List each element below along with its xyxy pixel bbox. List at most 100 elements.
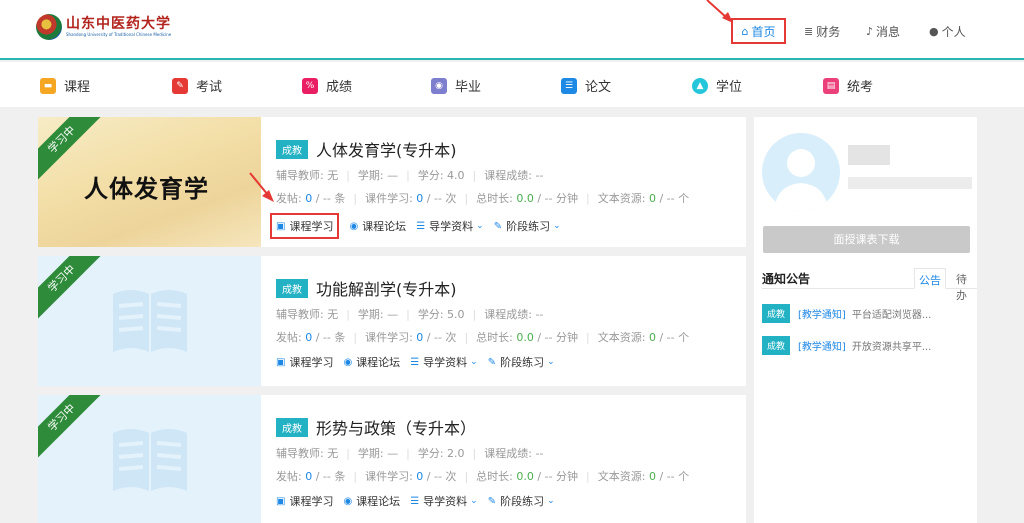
play-icon: ▣	[276, 356, 286, 368]
study-total: / -- 次	[426, 331, 457, 344]
top-header: 山东中医药大学 Shandong University of Tradition…	[0, 0, 1024, 60]
resource-count: 0	[648, 330, 656, 344]
notice-title: 通知公告	[762, 272, 811, 286]
notice-text: 平台适配浏览器...	[851, 310, 932, 321]
course-thumbnail[interactable]: 学习中	[38, 395, 261, 523]
avatar[interactable]	[762, 133, 840, 211]
university-logo[interactable]: 山东中医药大学 Shandong University of Tradition…	[36, 14, 171, 40]
tutor-text: 辅导教师: 无	[276, 169, 339, 182]
duration-value: 0.0	[516, 469, 534, 483]
resource-count: 0	[648, 191, 656, 205]
grade-text: 课程成绩: --	[484, 308, 544, 321]
course-icon: ▬	[40, 77, 56, 94]
course-study-button[interactable]: ▣ 课程学习	[276, 354, 333, 370]
notice-item[interactable]: 成教 [教学通知] 平台适配浏览器...	[762, 304, 931, 323]
blurred-username	[848, 145, 890, 165]
credit-text: 学分: 5.0	[417, 308, 465, 321]
practice-dropdown[interactable]: ✎ 阶段练习 ⌄	[488, 354, 555, 370]
duration-total: / -- 分钟	[537, 470, 579, 483]
study-label: 课件学习:	[365, 331, 413, 344]
module-paper-label: 论文	[585, 80, 612, 95]
notice-category: [教学通知]	[798, 310, 846, 321]
course-title[interactable]: 人体发育学(专升本)	[316, 137, 457, 161]
tab-todo[interactable]: 待办	[952, 268, 977, 302]
course-title[interactable]: 形势与政策（专升本）	[316, 415, 476, 439]
module-graduation[interactable]: ◉ 毕业	[431, 76, 481, 95]
bell-icon: ♪	[866, 24, 874, 38]
chevron-down-icon: ⌄	[470, 496, 478, 506]
list-icon: ☰	[410, 495, 420, 507]
course-meta-row: 辅导教师: 无 | 学期: — | 学分: 5.0 | 课程成绩: --	[276, 307, 544, 322]
course-actions: ▣ 课程学习 ◉ 课程论坛 ☰ 导学资料 ⌄ ✎ 阶段练习 ⌄	[276, 354, 565, 370]
nav-home[interactable]: ⌂ 首页	[731, 18, 786, 44]
list-icon: ☰	[410, 356, 420, 368]
module-score-label: 成绩	[326, 80, 353, 95]
module-course[interactable]: ▬ 课程	[40, 76, 90, 95]
logo-chinese-name: 山东中医药大学	[66, 16, 171, 32]
course-study-label: 课程学习	[289, 356, 334, 369]
posts-total: / -- 条	[315, 470, 346, 483]
module-degree[interactable]: ▲ 学位	[692, 76, 742, 95]
nav-finance[interactable]: ≣ 财务	[804, 18, 840, 44]
resource-total: / -- 个	[659, 192, 690, 205]
guide-materials-label: 导学资料	[429, 220, 474, 233]
chevron-down-icon: ⌄	[553, 221, 561, 231]
edit-icon: ✎	[487, 495, 497, 507]
schedule-download-button[interactable]: 面授课表下载	[763, 226, 970, 253]
study-label: 课件学习:	[365, 192, 413, 205]
practice-dropdown[interactable]: ✎ 阶段练习 ⌄	[494, 218, 561, 234]
edit-icon: ✎	[487, 356, 497, 368]
study-count: 0	[416, 330, 424, 344]
list-icon: ☰	[416, 220, 426, 232]
logo-english-name: Shandong University of Traditional Chine…	[66, 32, 172, 37]
module-score[interactable]: % 成绩	[302, 76, 352, 95]
play-icon: ▣	[276, 495, 286, 507]
user-avatar-icon	[774, 149, 828, 211]
tab-announcements[interactable]: 公告	[914, 268, 946, 289]
nav-messages[interactable]: ♪ 消息	[866, 18, 900, 44]
thumbnail-title: 人体发育学	[84, 175, 209, 203]
credit-text: 学分: 4.0	[417, 169, 465, 182]
course-forum-button[interactable]: ◉ 课程论坛	[343, 493, 400, 509]
module-paper[interactable]: ☰ 论文	[561, 76, 611, 95]
book-icon	[113, 290, 187, 352]
course-study-button[interactable]: ▣ 课程学习	[276, 493, 333, 509]
home-icon: ⌂	[741, 24, 749, 38]
course-study-label: 课程学习	[289, 220, 334, 233]
guide-materials-dropdown[interactable]: ☰ 导学资料 ⌄	[410, 493, 478, 509]
practice-label: 阶段练习	[506, 220, 551, 233]
posts-label: 发帖:	[276, 470, 302, 483]
course-forum-button[interactable]: ◉ 课程论坛	[343, 354, 400, 370]
duration-label: 总时长:	[476, 470, 513, 483]
term-text: 学期: —	[357, 447, 399, 460]
duration-label: 总时长:	[476, 331, 513, 344]
unified-exam-icon: ▤	[823, 77, 839, 94]
course-thumbnail[interactable]: 学习中	[38, 256, 261, 386]
module-exam[interactable]: ✎ 考试	[172, 76, 222, 95]
course-card: 人体发育学 学习中 成教 人体发育学(专升本) 辅导教师: 无 | 学期: — | …	[38, 117, 746, 247]
degree-cap-icon: ▲	[692, 77, 708, 94]
module-exam-label: 考试	[196, 80, 223, 95]
course-forum-button[interactable]: ◉ 课程论坛	[349, 218, 406, 234]
module-unified-exam[interactable]: ▤ 统考	[823, 76, 873, 95]
course-type-badge: 成教	[276, 278, 308, 298]
user-sidebar: 面授课表下载 通知公告 公告 待办 成教 [教学通知] 平台适配浏览器... 成…	[754, 117, 977, 523]
notice-item[interactable]: 成教 [教学通知] 开放资源共享平...	[762, 336, 931, 355]
course-card: 学习中 成教 功能解剖学(专升本) 辅导教师: 无 | 学期: — | 学分: 5.…	[38, 256, 746, 386]
course-title[interactable]: 功能解剖学(专升本)	[316, 276, 457, 300]
course-forum-label: 课程论坛	[356, 495, 401, 508]
guide-materials-dropdown[interactable]: ☰ 导学资料 ⌄	[410, 354, 478, 370]
nav-finance-label: 财务	[816, 24, 841, 39]
notice-category: [教学通知]	[798, 342, 846, 353]
duration-value: 0.0	[516, 191, 534, 205]
score-icon: %	[302, 77, 318, 94]
practice-dropdown[interactable]: ✎ 阶段练习 ⌄	[488, 493, 555, 509]
tutor-text: 辅导教师: 无	[276, 308, 339, 321]
guide-materials-dropdown[interactable]: ☰ 导学资料 ⌄	[416, 218, 484, 234]
course-thumbnail[interactable]: 人体发育学 学习中	[38, 117, 261, 247]
course-meta-row: 辅导教师: 无 | 学期: — | 学分: 4.0 | 课程成绩: --	[276, 168, 544, 183]
nav-personal[interactable]: ● 个人	[929, 18, 966, 44]
course-study-button[interactable]: ▣ 课程学习	[270, 213, 340, 239]
annotation-arrow-home	[706, 0, 733, 23]
notice-text: 开放资源共享平...	[851, 342, 932, 353]
